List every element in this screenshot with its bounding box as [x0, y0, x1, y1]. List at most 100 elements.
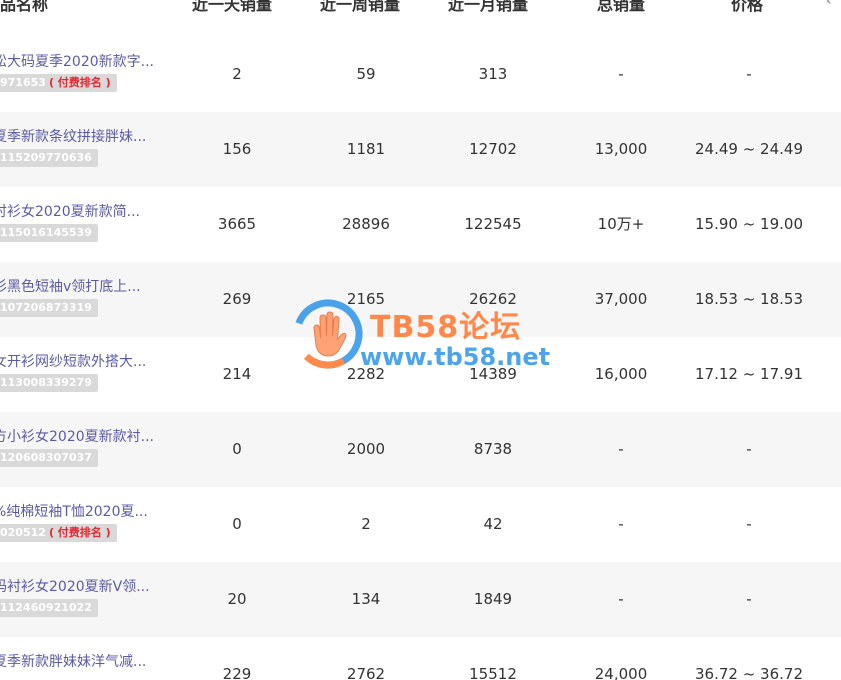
header-month-sales[interactable]: 近一月销量	[448, 0, 528, 20]
header-product-name[interactable]: 品名称	[0, 0, 48, 20]
table-row: %纯棉短袖T恤2020夏... 020512( 付费排名 ) 0 2 42 - -	[0, 487, 841, 562]
product-id: 971653	[0, 76, 46, 89]
total-sales-cell: 16,000	[594, 365, 648, 383]
header-total-sales[interactable]: 总销量	[597, 0, 645, 20]
month-sales-cell: 8738	[473, 440, 513, 458]
month-sales-cell: 122545	[464, 215, 522, 233]
price-cell: 18.53 ~ 18.53	[695, 290, 803, 308]
day-sales-cell: 156	[222, 140, 252, 158]
week-sales-cell: 2	[361, 515, 371, 533]
total-sales-cell: -	[618, 65, 624, 83]
table-row: 码衬衫女2020夏新V领... 112460921022 20 134 1849 - -	[0, 562, 841, 637]
product-cell: 衫黑色短袖v领打底上... 107206873319	[0, 277, 175, 317]
product-id-tag: 112460921022	[0, 599, 98, 617]
week-sales-cell: 2000	[346, 440, 386, 458]
week-sales-cell: 59	[356, 65, 376, 83]
product-id-tag: 115209770636	[0, 149, 98, 167]
product-cell: 衬衫女2020夏新款简... 115016145539	[0, 202, 175, 242]
product-name-link[interactable]: 码衬衫女2020夏新V领...	[0, 577, 168, 597]
table-row: 夏季新款条纹拼接胖妹... 115209770636 156 1181 12702 13,…	[0, 112, 841, 187]
paid-rank-label: ( 付费排名 )	[48, 526, 111, 539]
chevron-icon[interactable]: ‹	[826, 0, 832, 11]
table-row: 衬衫女2020夏新款简... 115016145539 3665 28896 12254…	[0, 187, 841, 262]
product-id: 115209770636	[0, 151, 92, 164]
day-sales-cell: 3665	[217, 215, 257, 233]
product-cell: 码衬衫女2020夏新V领... 112460921022	[0, 577, 175, 617]
total-sales-cell: 10万+	[597, 215, 645, 233]
product-id: 115016145539	[0, 226, 92, 239]
product-name-link[interactable]: 衫黑色短袖v领打底上...	[0, 277, 168, 297]
price-cell: 24.49 ~ 24.49	[695, 140, 803, 158]
header-week-sales[interactable]: 近一周销量	[320, 0, 400, 20]
product-cell: 夏季新款胖妹妹洋气减...	[0, 652, 175, 672]
product-id: 120608307037	[0, 451, 92, 464]
week-sales-cell: 134	[351, 590, 381, 608]
product-id: 020512	[0, 526, 46, 539]
price-cell: 17.12 ~ 17.91	[695, 365, 803, 383]
day-sales-cell: 0	[232, 515, 242, 533]
product-name-link[interactable]: 方小衫女2020夏新款衬...	[0, 427, 168, 447]
sales-table: 品名称 近一天销量 近一周销量 近一月销量 总销量 价格 ‹ 松大码夏季2020…	[0, 0, 841, 680]
table-header: 品名称 近一天销量 近一周销量 近一月销量 总销量 价格 ‹	[0, 0, 841, 37]
product-cell: %纯棉短袖T恤2020夏... 020512( 付费排名 )	[0, 502, 175, 542]
table-row: 女开衫网纱短款外搭大... 113008339279 214 2282 14389 16,…	[0, 337, 841, 412]
header-price[interactable]: 价格	[731, 0, 763, 20]
price-cell: -	[746, 65, 752, 83]
product-name-link[interactable]: %纯棉短袖T恤2020夏...	[0, 502, 168, 522]
month-sales-cell: 14389	[469, 365, 517, 383]
product-name-link[interactable]: 女开衫网纱短款外搭大...	[0, 352, 168, 372]
product-id: 107206873319	[0, 301, 92, 314]
product-id-tag: 107206873319	[0, 299, 98, 317]
table-row: 方小衫女2020夏新款衬... 120608307037 0 2000 8738 - -	[0, 412, 841, 487]
price-cell: 15.90 ~ 19.00	[695, 215, 803, 233]
total-sales-cell: -	[618, 515, 624, 533]
product-name-link[interactable]: 衬衫女2020夏新款简...	[0, 202, 168, 222]
day-sales-cell: 0	[232, 440, 242, 458]
month-sales-cell: 42	[483, 515, 503, 533]
product-name-link[interactable]: 松大码夏季2020新款字...	[0, 52, 168, 72]
week-sales-cell: 2762	[346, 665, 386, 680]
total-sales-cell: 24,000	[594, 665, 648, 680]
day-sales-cell: 269	[222, 290, 252, 308]
product-cell: 松大码夏季2020新款字... 971653( 付费排名 )	[0, 52, 175, 92]
day-sales-cell: 229	[222, 665, 252, 680]
product-cell: 夏季新款条纹拼接胖妹... 115209770636	[0, 127, 175, 167]
price-cell: -	[746, 515, 752, 533]
week-sales-cell: 2165	[346, 290, 386, 308]
total-sales-cell: 37,000	[594, 290, 648, 308]
paid-rank-label: ( 付费排名 )	[48, 76, 111, 89]
product-id-tag: 020512( 付费排名 )	[0, 524, 117, 542]
month-sales-cell: 313	[478, 65, 508, 83]
product-name-link[interactable]: 夏季新款条纹拼接胖妹...	[0, 127, 168, 147]
day-sales-cell: 214	[222, 365, 252, 383]
table-row: 松大码夏季2020新款字... 971653( 付费排名 ) 2 59 313 - -	[0, 37, 841, 112]
table-row: 夏季新款胖妹妹洋气减... 229 2762 15512 24,000 36.72 ~ 3…	[0, 637, 841, 680]
month-sales-cell: 15512	[469, 665, 517, 680]
day-sales-cell: 20	[227, 590, 247, 608]
month-sales-cell: 1849	[473, 590, 513, 608]
table-body: 松大码夏季2020新款字... 971653( 付费排名 ) 2 59 313- - 夏季新…	[0, 37, 841, 680]
total-sales-cell: -	[618, 590, 624, 608]
product-id: 112460921022	[0, 601, 92, 614]
price-cell: -	[746, 440, 752, 458]
product-cell: 女开衫网纱短款外搭大... 113008339279	[0, 352, 175, 392]
day-sales-cell: 2	[232, 65, 242, 83]
product-id-tag: 113008339279	[0, 374, 98, 392]
table-row: 衫黑色短袖v领打底上... 107206873319 269 2165 26262 37,…	[0, 262, 841, 337]
week-sales-cell: 1181	[346, 140, 386, 158]
product-id-tag: 971653( 付费排名 )	[0, 74, 117, 92]
page: 品名称 近一天销量 近一周销量 近一月销量 总销量 价格 ‹ 松大码夏季2020…	[0, 0, 841, 680]
header-day-sales[interactable]: 近一天销量	[192, 0, 272, 20]
week-sales-cell: 28896	[342, 215, 390, 233]
product-cell: 方小衫女2020夏新款衬... 120608307037	[0, 427, 175, 467]
total-sales-cell: 13,000	[594, 140, 648, 158]
product-id: 113008339279	[0, 376, 92, 389]
price-cell: 36.72 ~ 36.72	[695, 665, 803, 680]
product-id-tag: 115016145539	[0, 224, 98, 242]
product-name-link[interactable]: 夏季新款胖妹妹洋气减...	[0, 652, 168, 672]
month-sales-cell: 12702	[469, 140, 517, 158]
total-sales-cell: -	[618, 440, 624, 458]
price-cell: -	[746, 590, 752, 608]
product-id-tag: 120608307037	[0, 449, 98, 467]
week-sales-cell: 2282	[346, 365, 386, 383]
